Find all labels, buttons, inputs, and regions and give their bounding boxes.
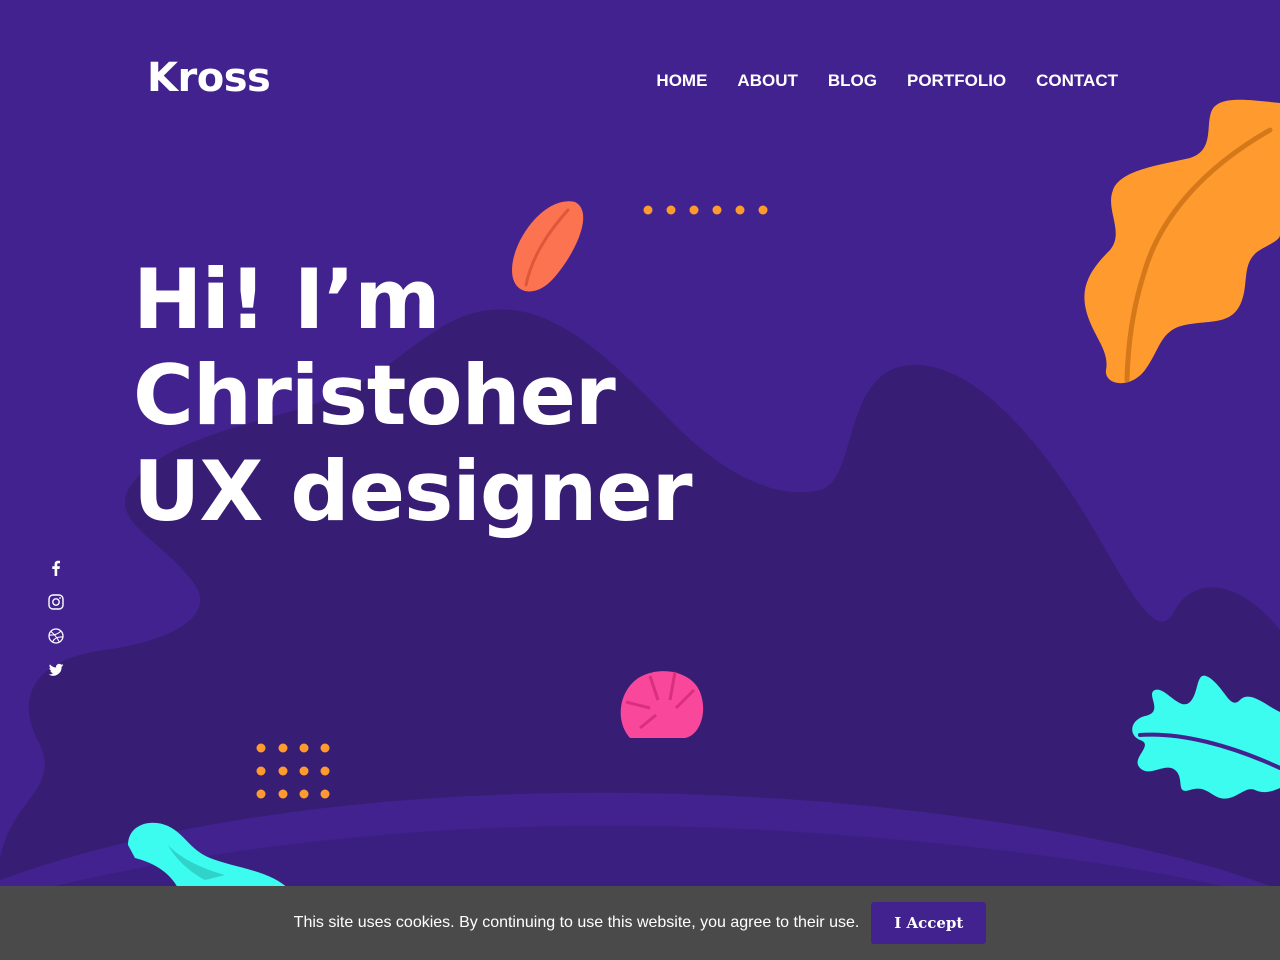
nav-item-blog: BLOG <box>828 70 877 92</box>
instagram-icon[interactable] <box>46 592 66 612</box>
dribbble-icon[interactable] <box>46 626 66 646</box>
twitter-icon[interactable] <box>46 660 66 680</box>
nav-item-portfolio: PORTFOLIO <box>907 70 1006 92</box>
nav-link-home[interactable]: HOME <box>656 71 707 90</box>
nav-item-contact: CONTACT <box>1036 70 1118 92</box>
hero-line-name: Christoher <box>133 347 616 444</box>
nav-link-portfolio[interactable]: PORTFOLIO <box>907 71 1006 90</box>
cookie-message: This site uses cookies. By continuing to… <box>293 914 860 931</box>
nav-link-contact[interactable]: CONTACT <box>1036 71 1118 90</box>
nav-item-home: HOME <box>656 70 707 92</box>
cookie-banner: This site uses cookies. By continuing to… <box>0 886 1280 960</box>
dot-grid-decoration <box>256 743 330 799</box>
hero-heading: Hi! I’m Christoher UX designer <box>133 252 853 540</box>
hero-line-greeting: Hi! I’m <box>133 251 441 348</box>
dot-row-decoration <box>643 205 768 215</box>
cyan-leaf-decoration <box>1132 675 1280 799</box>
accept-cookies-button[interactable]: I Accept <box>871 902 987 944</box>
hero-line-role: UX designer <box>133 443 693 540</box>
orange-leaf-decoration <box>1084 99 1280 384</box>
main-nav: HOME ABOUT BLOG PORTFOLIO CONTACT <box>656 70 1118 92</box>
facebook-icon[interactable] <box>46 558 66 578</box>
nav-link-about[interactable]: ABOUT <box>737 71 797 90</box>
site-logo[interactable]: Kross <box>147 54 271 102</box>
nav-item-about: ABOUT <box>737 70 797 92</box>
social-links <box>46 558 66 680</box>
pink-shell-decoration <box>620 671 704 738</box>
cyan-leaf-bottom-decoration <box>128 822 290 892</box>
nav-link-blog[interactable]: BLOG <box>828 71 877 90</box>
